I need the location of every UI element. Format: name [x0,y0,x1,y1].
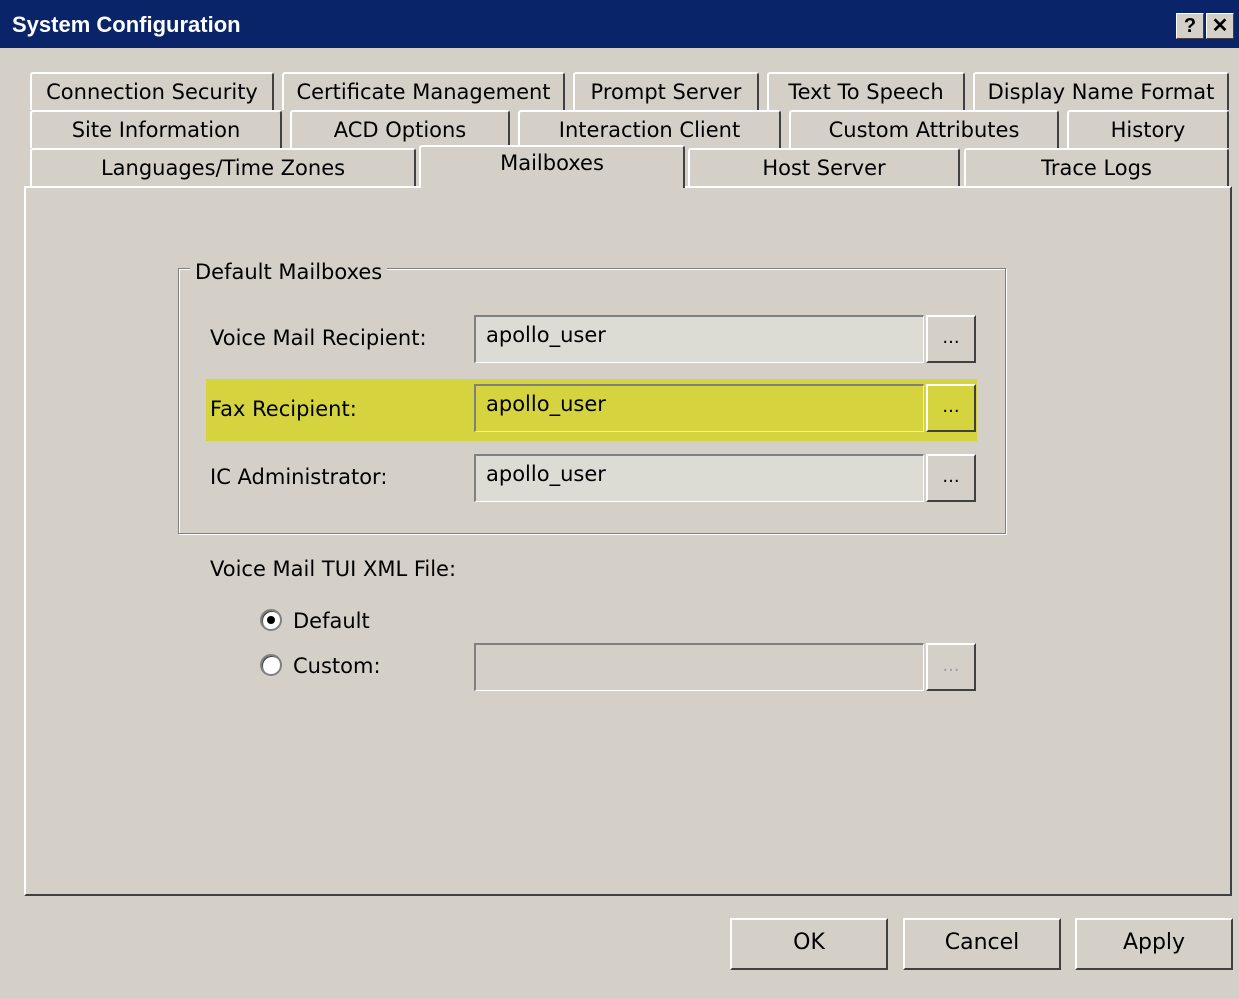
tab-display-name-format[interactable]: Display Name Format [973,72,1229,110]
ic-administrator-label: IC Administrator: [210,465,388,489]
radio-selected-dot [267,616,275,624]
ic-administrator-browse-button[interactable]: ... [926,454,976,502]
tab-custom-attributes[interactable]: Custom Attributes [789,110,1059,148]
tab-acd-options[interactable]: ACD Options [290,110,510,148]
fax-recipient-label: Fax Recipient: [210,397,357,421]
close-button[interactable]: ✕ [1206,13,1234,39]
fax-recipient-browse-button[interactable]: ... [926,384,976,432]
voice-mail-recipient-browse-button[interactable]: ... [926,315,976,363]
cancel-button[interactable]: Cancel [903,918,1061,970]
group-title: Default Mailboxes [190,258,388,286]
voice-mail-recipient-label: Voice Mail Recipient: [210,326,427,350]
window-title: System Configuration [12,12,241,37]
title-bar: System Configuration ? ✕ [0,0,1239,48]
close-icon: ✕ [1211,15,1229,37]
tab-prompt-server[interactable]: Prompt Server [573,72,759,110]
tui-xml-file-label: Voice Mail TUI XML File: [210,557,457,581]
custom-file-field[interactable] [474,643,924,691]
default-radio[interactable] [260,609,282,631]
custom-radio-label: Custom: [293,654,381,678]
help-button[interactable]: ? [1176,13,1204,39]
default-radio-label: Default [293,609,370,633]
tab-certificate-management[interactable]: Certificate Management [282,72,565,110]
tab-host-server[interactable]: Host Server [688,148,960,186]
tab-mailboxes[interactable]: Mailboxes [419,145,685,188]
custom-file-browse-button[interactable]: ... [926,643,976,691]
voice-mail-recipient-field[interactable]: apollo_user [474,315,924,363]
fax-recipient-field[interactable]: apollo_user [474,384,924,432]
tab-languages-time-zones[interactable]: Languages/Time Zones [30,148,416,186]
tab-connection-security[interactable]: Connection Security [30,72,274,110]
help-icon: ? [1183,15,1197,37]
custom-radio[interactable] [260,654,282,676]
tab-interaction-client[interactable]: Interaction Client [518,110,781,148]
apply-button[interactable]: Apply [1075,918,1233,970]
tab-history[interactable]: History [1067,110,1229,148]
tab-site-information[interactable]: Site Information [30,110,282,148]
ic-administrator-field[interactable]: apollo_user [474,454,924,502]
tab-text-to-speech[interactable]: Text To Speech [767,72,965,110]
tab-trace-logs[interactable]: Trace Logs [964,148,1229,186]
ok-button[interactable]: OK [730,918,888,970]
